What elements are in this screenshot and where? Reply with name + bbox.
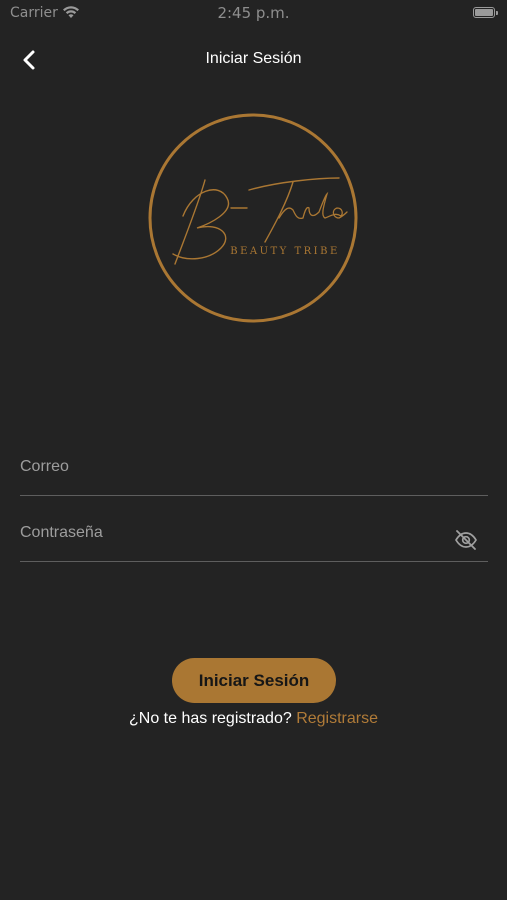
battery-icon: [473, 7, 498, 18]
password-input[interactable]: [20, 511, 440, 555]
register-prompt: ¿No te has registrado?: [128, 710, 292, 727]
navigation-bar: Iniciar Sesión: [0, 38, 507, 82]
password-field: [20, 511, 488, 562]
email-field: [20, 445, 488, 496]
status-time: 2:45 p.m.: [217, 4, 290, 22]
password-visibility-toggle[interactable]: [454, 528, 478, 552]
email-input[interactable]: [20, 445, 440, 489]
logo-tagline: BEAUTY TRIBE: [230, 246, 340, 257]
register-link[interactable]: Registrarse: [296, 710, 378, 727]
status-bar: Carrier 2:45 p.m.: [0, 0, 507, 28]
page-title: Iniciar Sesión: [205, 50, 302, 67]
eye-off-icon: [455, 530, 477, 550]
login-button[interactable]: Iniciar Sesión: [172, 658, 336, 703]
register-row: ¿No te has registrado? Registrarse: [0, 710, 507, 728]
brand-logo: BEAUTY TRIBE: [148, 113, 358, 323]
